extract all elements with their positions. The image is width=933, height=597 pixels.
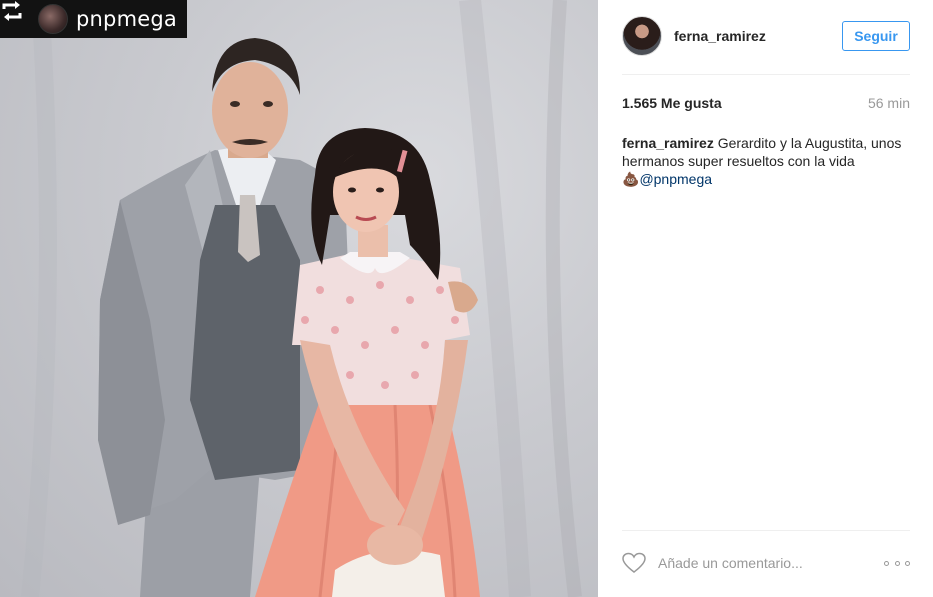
header-divider <box>622 74 910 75</box>
more-dot <box>884 560 889 566</box>
caption-emoji: 💩 <box>622 171 640 187</box>
repost-account-avatar <box>38 4 68 34</box>
post-timestamp[interactable]: 56 min <box>868 95 910 111</box>
more-dot <box>905 560 910 566</box>
post-caption: ferna_ramirez Gerardito y la Augustita, … <box>622 134 910 188</box>
post-header: ferna_ramirez Seguir <box>622 16 910 56</box>
comment-input[interactable] <box>656 554 860 572</box>
likes-count[interactable]: 1.565 Me gusta <box>622 95 722 111</box>
repost-account-name: pnpmega <box>76 7 177 31</box>
post-stats: 1.565 Me gusta 56 min <box>622 95 910 111</box>
caption-mention[interactable]: @pnpmega <box>639 171 712 187</box>
footer-divider <box>622 530 910 531</box>
post-details-panel: ferna_ramirez Seguir 1.565 Me gusta 56 m… <box>598 0 933 597</box>
post-photo[interactable]: pnpmega <box>0 0 598 597</box>
follow-button[interactable]: Seguir <box>842 21 910 51</box>
heart-icon[interactable] <box>622 552 646 574</box>
repost-icon <box>0 0 34 38</box>
comment-bar <box>622 548 910 578</box>
post-username[interactable]: ferna_ramirez <box>674 28 766 44</box>
more-dot <box>894 560 900 566</box>
photo-illustration <box>21 0 582 597</box>
repost-banner: pnpmega <box>0 0 187 38</box>
more-options-icon[interactable] <box>884 553 910 573</box>
caption-username[interactable]: ferna_ramirez <box>622 135 714 151</box>
avatar[interactable] <box>622 16 662 56</box>
